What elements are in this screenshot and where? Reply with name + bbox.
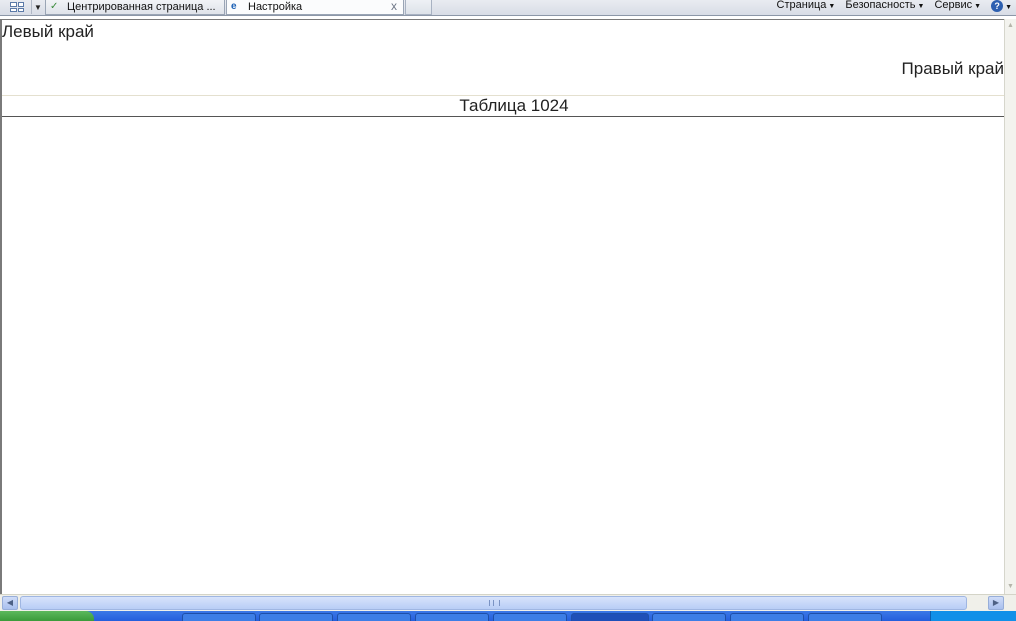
chevron-down-icon: ▼ [917,2,925,10]
quick-tabs-icon [10,2,24,12]
tab-bar: ▼ ✓ Центрированная страница ... e Настро… [0,0,1016,16]
taskbar-item[interactable] [730,613,804,621]
taskbar-item[interactable] [337,613,411,621]
windows-taskbar [0,611,1016,621]
chevron-down-icon: ▼ [1005,4,1012,11]
left-edge-label: Левый край [2,22,94,41]
taskbar-item[interactable] [182,613,256,621]
chevron-down-icon: ▼ [974,2,982,10]
menu-tools[interactable]: Сервис ▼ [934,0,981,11]
horizontal-scroll-thumb[interactable] [20,596,967,610]
scroll-up-icon[interactable]: ▲ [1005,19,1016,33]
tab-list-dropdown[interactable]: ▼ [31,0,44,14]
menu-security-label: Безопасность [845,0,916,11]
taskbar-item-active[interactable] [571,613,649,621]
right-edge-label: Правый край [901,59,1004,78]
vertical-scrollbar[interactable]: ▲ ▼ [1004,19,1016,594]
green-page-icon: ✓ [50,1,59,12]
tab-centered-page[interactable]: ✓ Центрированная страница ... [45,0,225,15]
browser-window: ▼ ✓ Центрированная страница ... e Настро… [0,0,1016,621]
menu-tools-label: Сервис [934,0,973,11]
table-1024: Таблица 1024 [2,95,1004,117]
horizontal-scrollbar[interactable]: ◀ ▶ [0,594,1016,611]
page-content: Левый край Правый край Таблица 1024 [0,19,1004,594]
quick-tabs-button[interactable] [4,0,30,14]
menu-page[interactable]: Страница ▼ [777,0,836,11]
tab-label: Настройка [248,1,303,13]
command-bar: Страница ▼ Безопасность ▼ Сервис ▼ ? ▼ [777,0,1016,12]
tab-settings[interactable]: e Настройка x [226,0,404,15]
scroll-left-icon[interactable]: ◀ [2,596,18,610]
close-tab-icon[interactable]: x [391,0,397,13]
start-button[interactable] [0,611,94,621]
taskbar-item[interactable] [493,613,567,621]
scroll-grip-icon [489,600,500,606]
taskbar-item[interactable] [415,613,489,621]
scroll-down-icon[interactable]: ▼ [1005,580,1016,594]
chevron-down-icon: ▼ [828,2,836,10]
table-1024-label: Таблица 1024 [459,96,569,115]
help-icon: ? [991,0,1004,12]
taskbar-item[interactable] [259,613,333,621]
chevron-down-icon: ▼ [34,2,42,12]
taskbar-item[interactable] [652,613,726,621]
taskbar-item[interactable] [808,613,882,621]
menu-help[interactable]: ? ▼ [991,0,1012,12]
tab-label: Центрированная страница ... [67,1,216,13]
new-tab-button[interactable] [405,0,432,15]
ie-logo-icon: e [231,1,237,12]
scroll-right-icon[interactable]: ▶ [988,596,1004,610]
menu-security[interactable]: Безопасность ▼ [845,0,924,11]
menu-page-label: Страница [776,0,827,11]
system-tray [930,611,1016,621]
